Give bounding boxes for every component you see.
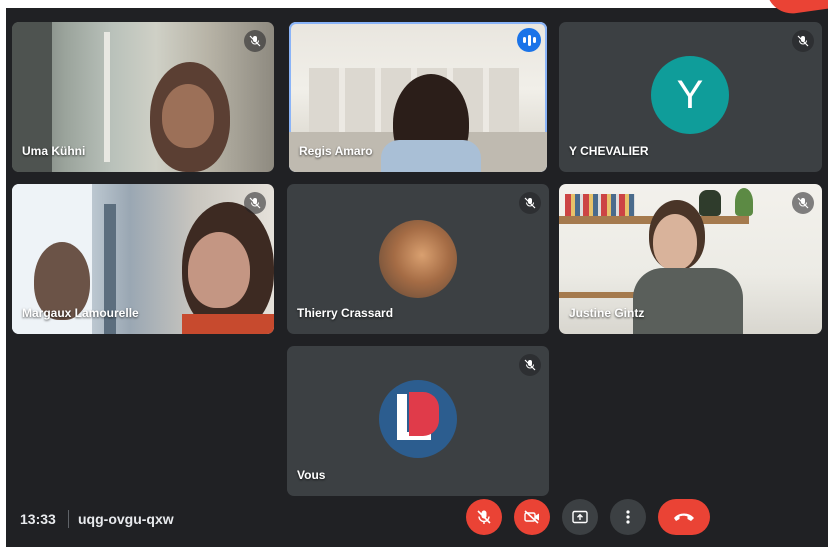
participant-tile-uma[interactable]: Uma Kühni: [12, 22, 274, 172]
more-options-button[interactable]: [610, 499, 646, 535]
meeting-stage: Uma Kühni Regis Amaro Y Y CHEVALIER Marg…: [6, 8, 828, 547]
mic-toggle-button[interactable]: [466, 499, 502, 535]
avatar: [379, 220, 457, 298]
mic-off-icon: [792, 30, 814, 52]
participant-video-face: [162, 84, 214, 148]
participant-tile-self[interactable]: LB Vous: [287, 346, 549, 496]
participant-tile-thierry[interactable]: Thierry Crassard: [287, 184, 549, 334]
window-bar: [104, 32, 110, 162]
mic-off-icon: [244, 192, 266, 214]
participant-tile-justine[interactable]: Justine Gintz: [559, 184, 822, 334]
leave-call-button[interactable]: [658, 499, 710, 535]
participant-name: Margaux Lamourelle: [22, 306, 139, 320]
camera-off-icon: [524, 510, 539, 524]
participant-name: Justine Gintz: [569, 306, 645, 320]
books: [565, 194, 635, 216]
call-end-icon: [674, 513, 694, 521]
participant-video-face: [653, 214, 697, 270]
participant-video-face: [188, 232, 250, 308]
meeting-code: uqg-ovgu-qxw: [78, 511, 174, 527]
participant-shirt: [633, 268, 743, 334]
logo-lb: LB: [379, 380, 457, 458]
avatar: Y: [651, 56, 729, 134]
avatar: LB: [379, 380, 457, 458]
meeting-clock: 13:33: [20, 511, 56, 527]
participant-name: Thierry Crassard: [297, 306, 394, 320]
participant-tile-regis[interactable]: Regis Amaro: [289, 22, 547, 172]
mic-off-icon: [519, 192, 541, 214]
plant: [735, 188, 753, 216]
mic-off-icon: [244, 30, 266, 52]
mic-off-icon: [792, 192, 814, 214]
participant-name: Uma Kühni: [22, 144, 86, 158]
mic-off-icon: [477, 510, 491, 524]
camera-toggle-button[interactable]: [514, 499, 550, 535]
speaking-indicator-icon: [517, 28, 541, 52]
logo-text: LB: [379, 380, 380, 381]
more-vert-icon: [626, 510, 630, 524]
participant-tile-margaux[interactable]: Margaux Lamourelle: [12, 184, 274, 334]
avatar-letter: Y: [676, 72, 704, 117]
mic-off-icon: [519, 354, 541, 376]
participant-tile-chevalier[interactable]: Y Y CHEVALIER: [559, 22, 822, 172]
vase: [699, 190, 721, 216]
participant-shirt: [182, 314, 274, 334]
participant-name: Regis Amaro: [299, 144, 373, 158]
participant-name: Y CHEVALIER: [569, 144, 649, 158]
present-screen-icon: [572, 510, 588, 524]
participant-shirt: [381, 140, 481, 172]
divider: [68, 510, 69, 528]
meeting-toolbar: 13:33 uqg-ovgu-qxw: [6, 493, 828, 547]
participant-name: Vous: [297, 468, 326, 482]
present-screen-button[interactable]: [562, 499, 598, 535]
logo-letter-b: [409, 392, 439, 436]
